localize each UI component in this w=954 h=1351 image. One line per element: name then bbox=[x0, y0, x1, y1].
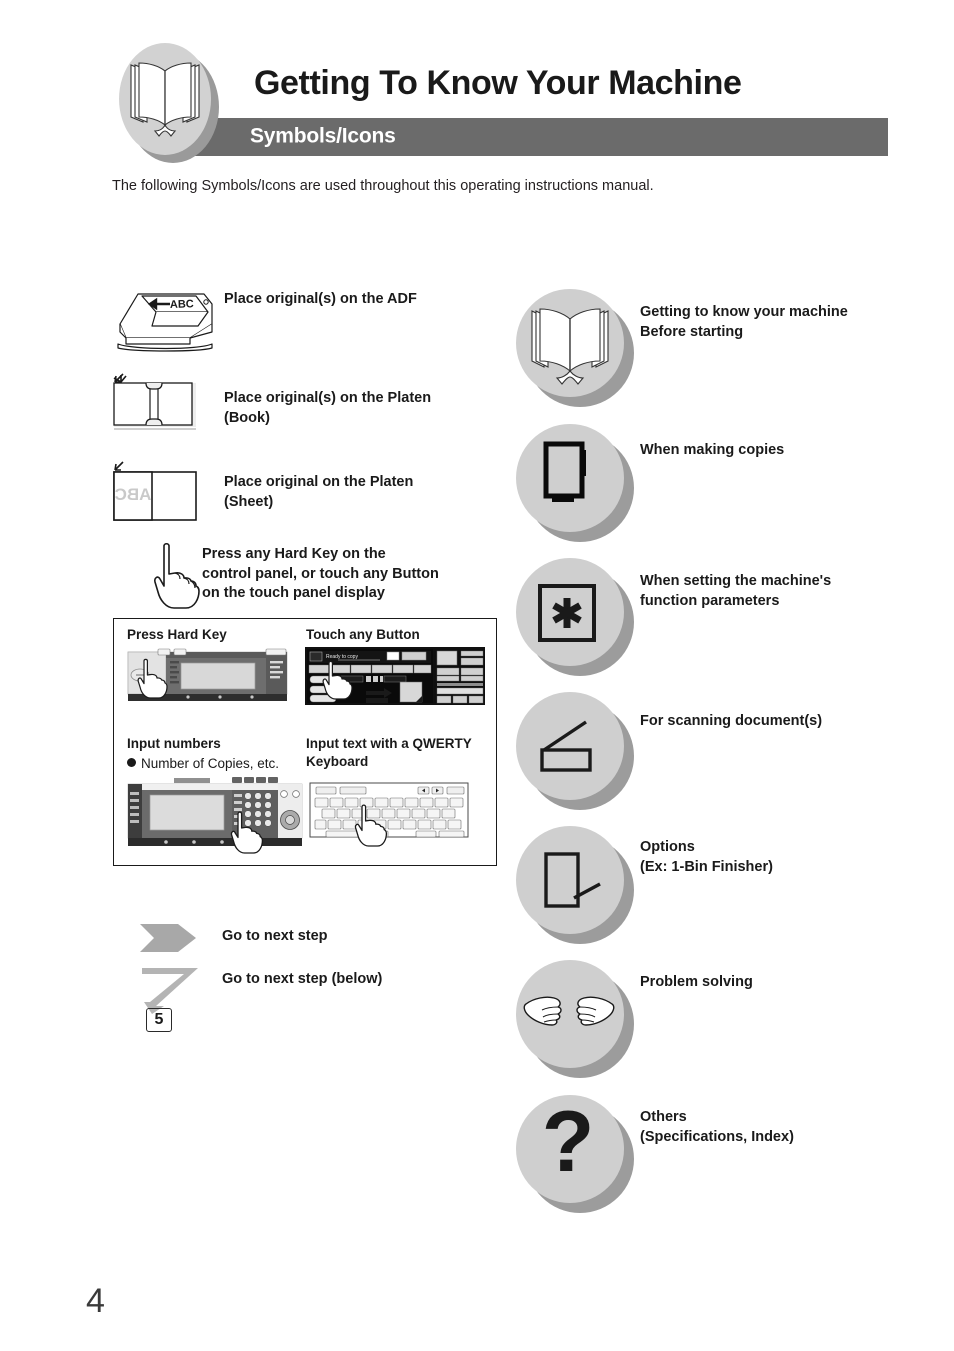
copy-page-icon bbox=[543, 441, 586, 502]
helping-hands-icon bbox=[523, 996, 615, 1026]
question-mark-icon: ? bbox=[542, 1095, 595, 1190]
circle-icon-options-finisher bbox=[516, 826, 634, 944]
page-number: 4 bbox=[86, 1282, 105, 1320]
svg-text:?: ? bbox=[542, 1095, 595, 1190]
right-symbol-list: Getting to know your machine Before star… bbox=[0, 0, 954, 1351]
circle-label-problem-solving: Problem solving bbox=[640, 974, 753, 990]
finisher-option-icon bbox=[544, 852, 601, 908]
asterisk-key-icon bbox=[538, 584, 596, 642]
circle-icon-scanning bbox=[516, 692, 634, 810]
circle-icon-problem-solving bbox=[516, 960, 634, 1078]
circle-label-getting-to-know: Getting to know your machine Before star… bbox=[640, 304, 848, 340]
circle-label-scanning: For scanning document(s) bbox=[640, 713, 823, 729]
circle-icon-making-copies bbox=[516, 424, 634, 542]
circle-label-function-parameters: When setting the machine's function para… bbox=[640, 573, 832, 609]
circle-label-others: Others (Specifications, Index) bbox=[640, 1109, 794, 1145]
scanner-icon bbox=[540, 720, 592, 772]
circle-label-making-copies: When making copies bbox=[640, 442, 785, 458]
circle-icon-function-parameters bbox=[516, 558, 634, 676]
circle-icon-getting-to-know bbox=[516, 289, 634, 407]
open-book-icon bbox=[531, 308, 609, 385]
circle-label-options-finisher: Options (Ex: 1-Bin Finisher) bbox=[640, 839, 773, 875]
circle-icon-others: ? bbox=[516, 1095, 634, 1213]
